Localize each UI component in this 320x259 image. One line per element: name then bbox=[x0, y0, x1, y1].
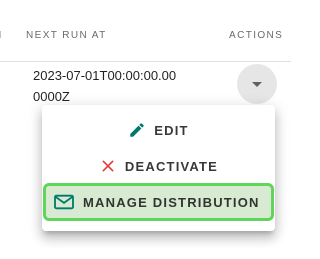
close-icon bbox=[99, 157, 117, 175]
mail-icon bbox=[53, 193, 75, 211]
menu-item-edit-label: EDIT bbox=[154, 122, 189, 138]
column-header-next-run-at: NEXT RUN AT bbox=[26, 30, 107, 41]
next-run-at-cell: 2023-07-01T00:00:00.000000Z bbox=[33, 68, 177, 104]
row-actions-dropdown-button[interactable] bbox=[237, 64, 277, 104]
table-header: N NEXT RUN AT ACTIONS bbox=[0, 0, 291, 62]
menu-item-deactivate-label: DEACTIVATE bbox=[124, 158, 219, 174]
menu-item-manage-distribution[interactable]: MANAGE DISTRIBUTION bbox=[43, 183, 274, 221]
column-header-actions: ACTIONS bbox=[229, 30, 284, 41]
schedule-table: N NEXT RUN AT ACTIONS 2023-07-01T00:00:0… bbox=[0, 0, 291, 259]
menu-item-manage-distribution-label: MANAGE DISTRIBUTION bbox=[83, 194, 260, 210]
caret-down-icon bbox=[252, 81, 262, 87]
menu-item-edit[interactable]: EDIT bbox=[42, 113, 275, 147]
menu-item-deactivate[interactable]: DEACTIVATE bbox=[42, 149, 275, 183]
pencil-icon bbox=[128, 121, 146, 139]
column-header-truncated: N bbox=[0, 30, 3, 41]
actions-menu: EDIT DEACTIVATE MANAGE DISTRIBUTION bbox=[42, 105, 275, 231]
